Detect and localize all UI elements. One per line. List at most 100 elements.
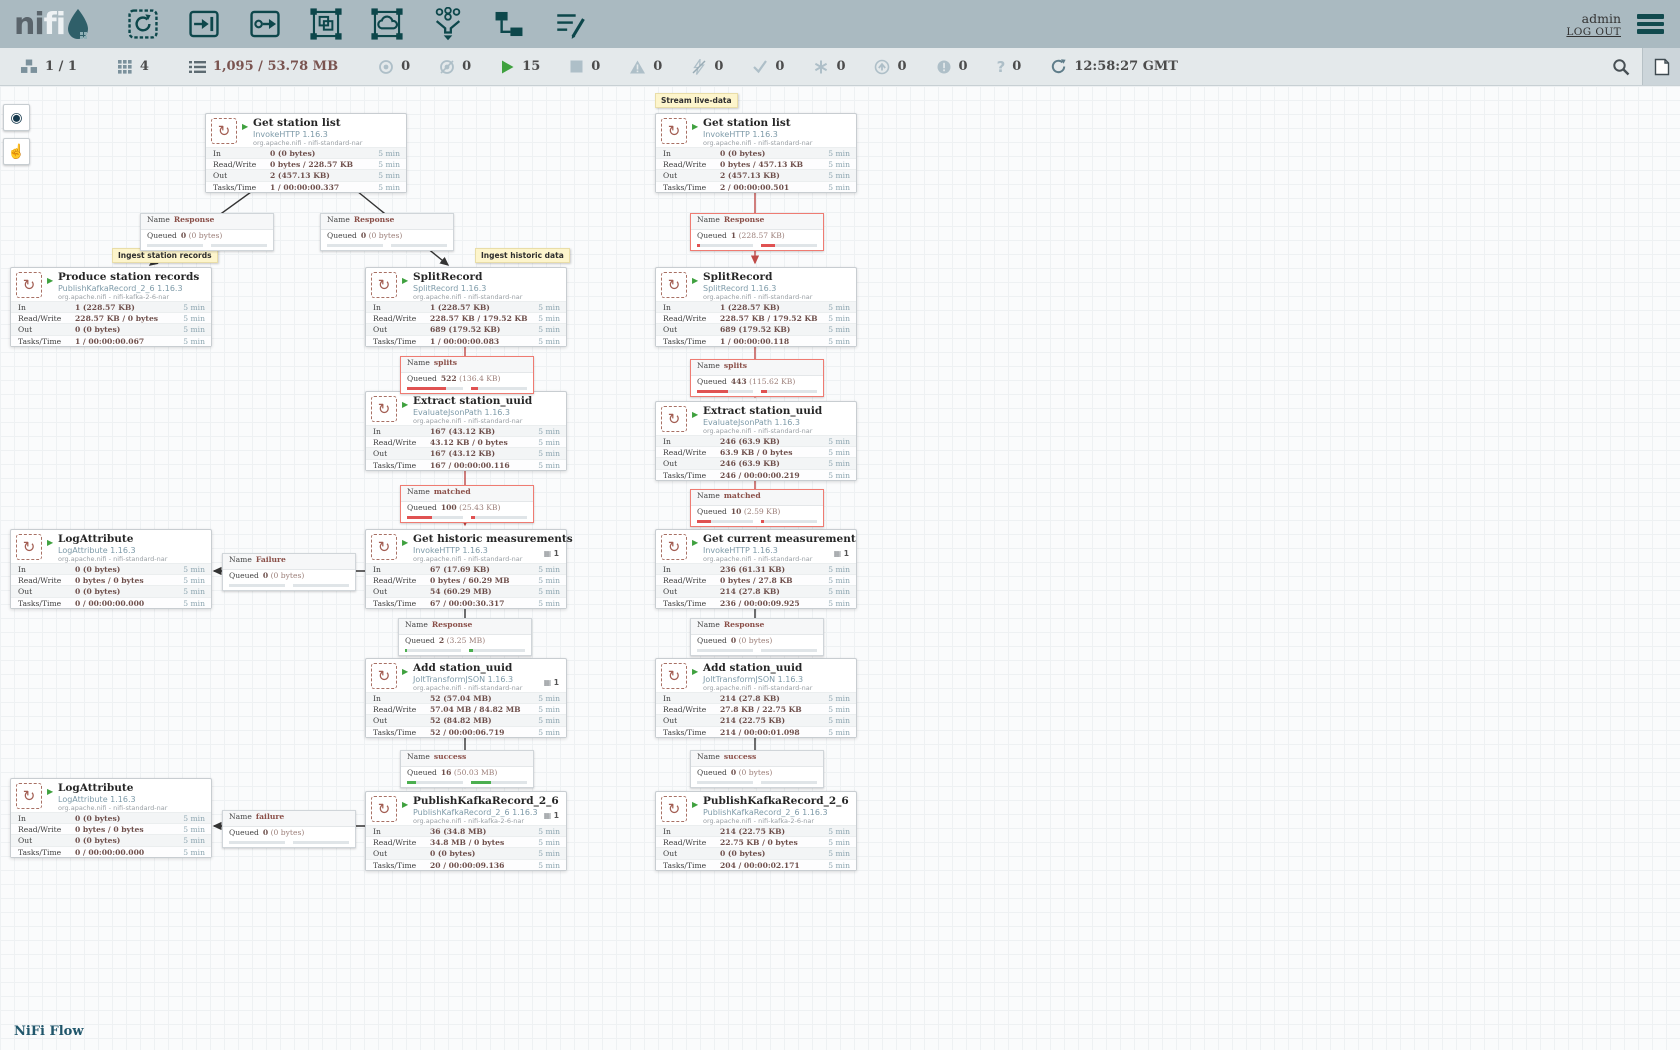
stat-label: Read/Write xyxy=(663,838,706,847)
stat-window: 5 min xyxy=(828,827,850,836)
funnel-component-button[interactable] xyxy=(430,6,466,42)
transmitting-icon xyxy=(378,59,394,75)
input-port-component-button[interactable] xyxy=(186,6,222,42)
template-component-button[interactable] xyxy=(491,6,527,42)
process-group-component-button[interactable] xyxy=(308,6,344,42)
connection-label-matched-right[interactable]: NamematchedQueued10 (2.59 KB) xyxy=(690,489,824,527)
stat-value: 0 (0 bytes) xyxy=(75,565,120,574)
stat-row: In36 (34.8 MB)5 min xyxy=(366,825,566,836)
processor-split-record-middle[interactable]: ↻▶SplitRecordSplitRecord 1.16.3org.apach… xyxy=(365,267,567,347)
stopped-count: 0 xyxy=(591,59,600,74)
processor-extract-station-uuid-middle[interactable]: ↻▶Extract station_uuidEvaluateJsonPath 1… xyxy=(365,391,567,471)
processor-get-station-list-left[interactable]: ↻▶Get station listInvokeHTTP 1.16.3org.a… xyxy=(205,113,407,193)
canvas-label-stream-live-data[interactable]: Stream live-data xyxy=(655,93,738,108)
stat-row: Read/Write43.12 KB / 0 bytes5 min xyxy=(366,436,566,447)
stat-window: 5 min xyxy=(378,183,400,192)
output-port-component-button[interactable] xyxy=(247,6,283,42)
connection-label-matched-middle[interactable]: NamematchedQueued100 (25.43 KB) xyxy=(400,485,534,523)
birdseye-panel-toggle-button[interactable] xyxy=(1642,48,1680,85)
stat-value: 67 / 00:00:30.317 xyxy=(430,599,504,608)
processor-component-button[interactable] xyxy=(125,6,161,42)
processor-add-station-uuid-right[interactable]: ↻▶Add station_uuidJoltTransformJSON 1.16… xyxy=(655,658,857,738)
stat-window: 5 min xyxy=(538,314,560,323)
connection-label-failure-bottom[interactable]: NamefailureQueued0 (0 bytes) xyxy=(222,810,356,848)
stat-window: 5 min xyxy=(538,705,560,714)
stat-window: 5 min xyxy=(828,716,850,725)
object-count-gauge xyxy=(407,516,463,519)
processor-header: ↻▶LogAttributeLogAttribute 1.16.3org.apa… xyxy=(11,779,211,812)
stat-value: 0 bytes / 0 bytes xyxy=(75,576,144,585)
locally-modified-stale-count: 0 xyxy=(959,59,968,74)
processor-type-icon: ↻ xyxy=(16,783,42,809)
connection-queued-row: Queued0 (0 bytes) xyxy=(691,767,823,781)
global-menu-button[interactable] xyxy=(1635,12,1666,36)
connection-label-splits-right[interactable]: NamesplitsQueued443 (115.62 KB) xyxy=(690,359,824,397)
refresh-icon[interactable] xyxy=(1050,58,1067,75)
connection-queued-row: Queued0 (0 bytes) xyxy=(223,570,355,584)
data-size-gauge xyxy=(761,520,817,523)
stat-value: 167 (43.12 KB) xyxy=(430,427,495,436)
processor-type-icon: ↻ xyxy=(661,118,687,144)
cluster-count: 1 / 1 xyxy=(45,59,77,74)
processor-get-current-measurement[interactable]: ↻▶Get current measurementInvokeHTTP 1.16… xyxy=(655,529,857,609)
processor-type-icon: ↻ xyxy=(661,534,687,560)
label-component-button[interactable] xyxy=(552,6,588,42)
stat-value: 54 (60.29 MB) xyxy=(430,587,492,596)
stat-label: Out xyxy=(663,171,677,180)
processor-extract-station-uuid-right[interactable]: ↻▶Extract station_uuidEvaluateJsonPath 1… xyxy=(655,401,857,481)
stat-value: 0 / 00:00:00.000 xyxy=(75,599,144,608)
processor-log-attribute-top[interactable]: ↻▶LogAttributeLogAttribute 1.16.3org.apa… xyxy=(10,529,212,609)
connection-queued-row: Queued16 (50.03 MB) xyxy=(401,767,533,781)
processor-publish-kafka-right[interactable]: ↻▶PublishKafkaRecord_2_6PublishKafkaReco… xyxy=(655,791,857,871)
connection-queued-row: Queued100 (25.43 KB) xyxy=(401,502,533,516)
processor-get-historic-measurements[interactable]: ↻▶Get historic measurementsInvokeHTTP 1.… xyxy=(365,529,567,609)
search-button[interactable] xyxy=(1600,58,1642,76)
canvas-label-ingest-historic-data[interactable]: Ingest historic data xyxy=(475,248,570,263)
stat-value: 63.9 KB / 0 bytes xyxy=(720,448,792,457)
flow-canvas[interactable]: ◉ ☝ NiFi Flow Ingest station recordsInge… xyxy=(0,86,1680,1050)
connection-label-splits-middle[interactable]: NamesplitsQueued522 (136.4 KB) xyxy=(400,356,534,394)
connection-label-response-left-b[interactable]: NameResponseQueued0 (0 bytes) xyxy=(320,213,454,251)
connection-label-failure-top[interactable]: NameFailureQueued0 (0 bytes) xyxy=(222,553,356,591)
birdseye-button[interactable]: ◉ xyxy=(3,104,30,131)
last-refresh-time: 12:58:27 GMT xyxy=(1074,59,1178,74)
locally-modified-asterisk-icon xyxy=(813,59,829,75)
stat-value: 0 (0 bytes) xyxy=(75,814,120,823)
processor-log-attribute-bottom[interactable]: ↻▶LogAttributeLogAttribute 1.16.3org.apa… xyxy=(10,778,212,858)
disabled-count: 0 xyxy=(714,59,723,74)
processor-publish-kafka-middle[interactable]: ↻▶PublishKafkaRecord_2_6PublishKafkaReco… xyxy=(365,791,567,871)
connection-label-response-middle[interactable]: NameResponseQueued2 (3.25 MB) xyxy=(398,618,532,656)
threads-grid-icon: ▦ xyxy=(544,678,552,687)
processor-name: Add station_uuid xyxy=(703,662,802,674)
queued-count: 0 xyxy=(731,636,736,645)
remote-process-group-component-button[interactable] xyxy=(369,6,405,42)
hand-select-button[interactable]: ☝ xyxy=(3,138,30,165)
processor-produce-station-records[interactable]: ↻▶Produce station recordsPublishKafkaRec… xyxy=(10,267,212,347)
processor-add-station-uuid-middle[interactable]: ↻▶Add station_uuidJoltTransformJSON 1.16… xyxy=(365,658,567,738)
connection-label-response-left-a[interactable]: NameResponseQueued0 (0 bytes) xyxy=(140,213,274,251)
stat-label: Out xyxy=(373,716,387,725)
breadcrumb[interactable]: NiFi Flow xyxy=(14,1024,84,1039)
processor-name: SplitRecord xyxy=(703,271,772,283)
connection-label-success-middle[interactable]: NamesuccessQueued16 (50.03 MB) xyxy=(400,750,534,788)
connection-label-response-right-bottom[interactable]: NameResponseQueued0 (0 bytes) xyxy=(690,618,824,656)
queued-count: 0 xyxy=(263,571,268,580)
stat-window: 5 min xyxy=(828,728,850,737)
connection-name-row: Namesplits xyxy=(401,357,533,373)
stat-window: 5 min xyxy=(828,171,850,180)
page-icon xyxy=(1654,58,1670,76)
running-status-icon: ▶ xyxy=(692,667,698,676)
logout-link[interactable]: LOG OUT xyxy=(1566,26,1621,38)
queued-count: 1,095 / 53.78 MB xyxy=(213,59,338,74)
connection-label-success-right[interactable]: NamesuccessQueued0 (0 bytes) xyxy=(690,750,824,788)
processor-split-record-right[interactable]: ↻▶SplitRecordSplitRecord 1.16.3org.apach… xyxy=(655,267,857,347)
processor-get-station-list-right[interactable]: ↻▶Get station listInvokeHTTP 1.16.3org.a… xyxy=(655,113,857,193)
stat-window: 5 min xyxy=(828,576,850,585)
stat-value: 0 (0 bytes) xyxy=(430,849,475,858)
connection-label-response-right-top[interactable]: NameResponseQueued1 (228.57 KB) xyxy=(690,213,824,251)
stat-label: Read/Write xyxy=(663,314,706,323)
processor-name: Add station_uuid xyxy=(413,662,512,674)
processor-header: ↻▶SplitRecordSplitRecord 1.16.3org.apach… xyxy=(366,268,566,301)
cluster-icon xyxy=(20,59,38,74)
search-icon xyxy=(1612,58,1630,76)
